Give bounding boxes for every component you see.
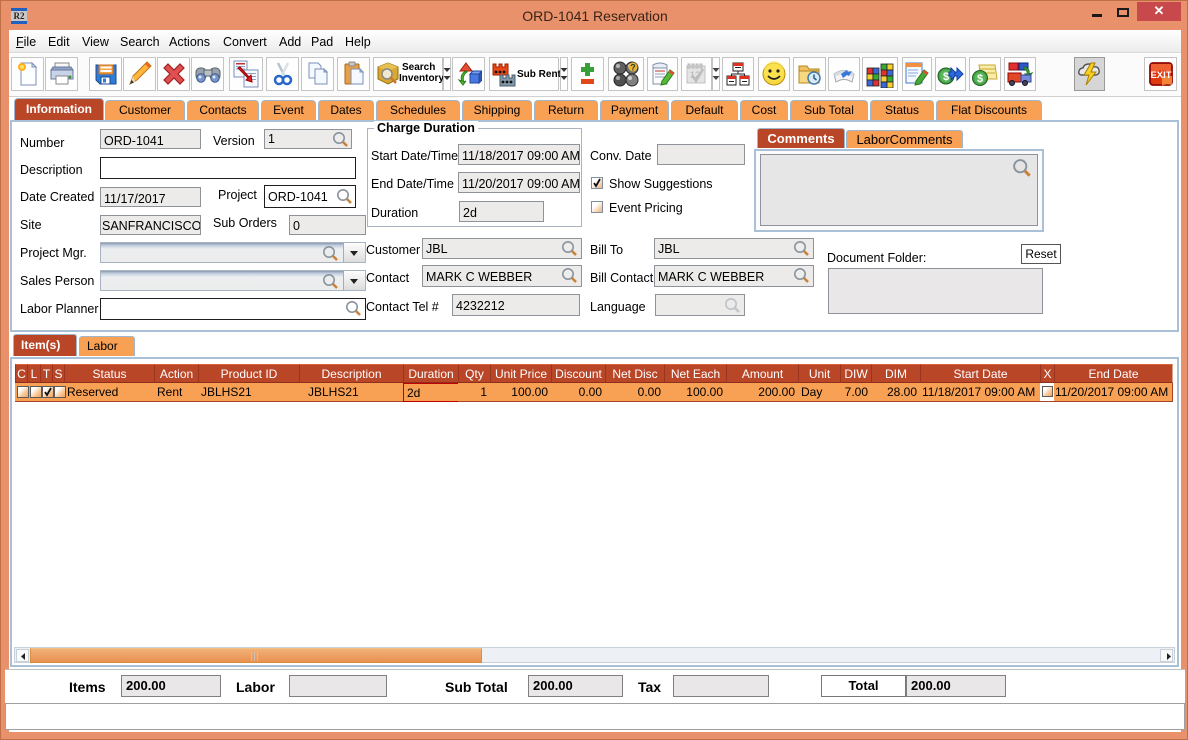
svg-text:$: $ <box>942 71 948 83</box>
svg-text:$: $ <box>977 73 983 85</box>
svg-text:EXIT: EXIT <box>1150 70 1171 81</box>
svg-text:?: ? <box>630 63 636 73</box>
